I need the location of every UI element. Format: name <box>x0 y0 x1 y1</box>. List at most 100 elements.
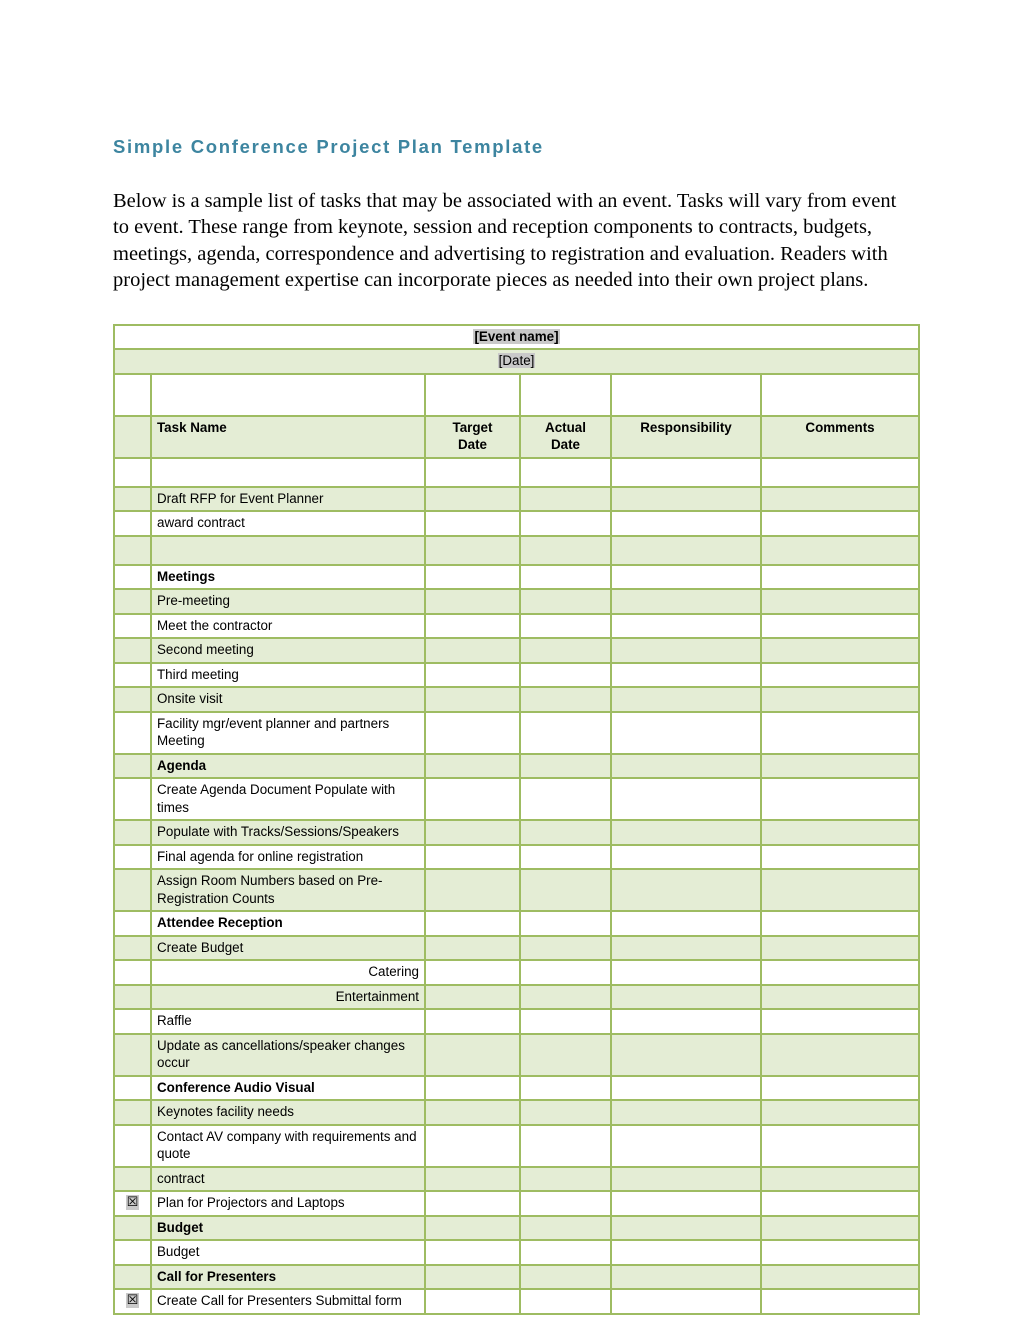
responsibility-cell[interactable] <box>610 588 762 615</box>
actual-date-cell[interactable] <box>519 1214 612 1242</box>
actual-date-cell[interactable] <box>519 959 612 986</box>
comments-cell[interactable] <box>759 1190 921 1217</box>
comments-cell[interactable] <box>759 868 921 913</box>
responsibility-cell[interactable] <box>610 563 762 591</box>
task-section-heading[interactable]: Budget <box>150 1214 426 1242</box>
task-section-heading[interactable]: Agenda <box>150 752 426 780</box>
task-name-cell[interactable]: Catering <box>150 959 426 986</box>
task-name-cell[interactable]: award contract <box>150 510 426 537</box>
actual-date-cell[interactable] <box>519 612 612 640</box>
row-checkbox-cell[interactable] <box>113 1165 152 1193</box>
row-checkbox-cell[interactable] <box>113 661 152 689</box>
task-name-cell[interactable]: Draft RFP for Event Planner <box>150 485 426 513</box>
actual-date-cell[interactable] <box>519 1032 612 1077</box>
comments-cell[interactable] <box>759 752 921 780</box>
responsibility-cell[interactable] <box>610 1008 762 1035</box>
task-name-cell[interactable]: Update as cancellations/speaker changes … <box>150 1032 426 1077</box>
responsibility-cell[interactable] <box>610 752 762 780</box>
actual-date-cell[interactable] <box>519 1190 612 1217</box>
comments-cell[interactable] <box>759 1123 921 1168</box>
task-name-cell[interactable]: Create Call for Presenters Submittal for… <box>150 1288 426 1315</box>
target-date-cell[interactable] <box>424 934 521 962</box>
actual-date-cell[interactable] <box>519 1008 612 1035</box>
actual-date-cell[interactable] <box>519 777 612 822</box>
actual-date-cell[interactable] <box>519 510 612 537</box>
target-date-cell[interactable] <box>424 777 521 822</box>
task-name-cell[interactable]: Create Budget <box>150 934 426 962</box>
target-date-cell[interactable] <box>424 563 521 591</box>
row-checkbox-cell[interactable] <box>113 868 152 913</box>
row-checkbox-cell[interactable] <box>113 588 152 615</box>
event-name-banner-cell[interactable]: [Event name] <box>112 323 921 351</box>
responsibility-cell[interactable] <box>610 910 762 937</box>
comments-cell[interactable] <box>759 485 921 513</box>
responsibility-cell[interactable] <box>610 1123 762 1168</box>
actual-date-cell[interactable] <box>519 843 612 871</box>
comments-cell[interactable] <box>759 819 921 846</box>
task-name-cell[interactable]: Create Agenda Document Populate with tim… <box>150 777 426 822</box>
checkbox-icon[interactable]: ☒ <box>120 1194 145 1212</box>
row-checkbox-cell[interactable] <box>113 1074 152 1102</box>
comments-cell[interactable] <box>759 934 921 962</box>
task-name-cell[interactable]: Facility mgr/event planner and partners … <box>150 710 426 755</box>
target-date-cell[interactable] <box>424 1288 521 1315</box>
row-checkbox-cell[interactable] <box>113 1123 152 1168</box>
target-date-cell[interactable] <box>424 686 521 713</box>
comments-cell[interactable] <box>759 1214 921 1242</box>
responsibility-cell[interactable] <box>610 777 762 822</box>
comments-cell[interactable] <box>759 612 921 640</box>
comments-cell[interactable] <box>759 1263 921 1291</box>
actual-date-cell[interactable] <box>519 1099 612 1126</box>
row-checkbox-cell[interactable] <box>113 934 152 962</box>
task-section-heading[interactable]: Conference Audio Visual <box>150 1074 426 1102</box>
comments-cell[interactable] <box>759 563 921 591</box>
actual-date-cell[interactable] <box>519 868 612 913</box>
target-date-cell[interactable] <box>424 1123 521 1168</box>
comments-cell[interactable] <box>759 1288 921 1315</box>
task-name-cell[interactable]: Budget <box>150 1239 426 1266</box>
target-date-cell[interactable] <box>424 1263 521 1291</box>
row-checkbox-cell[interactable] <box>113 612 152 640</box>
comments-cell[interactable] <box>759 661 921 689</box>
responsibility-cell[interactable] <box>610 1288 762 1315</box>
event-name-field[interactable]: [Event name] <box>473 328 560 344</box>
comments-cell[interactable] <box>759 1099 921 1126</box>
row-checkbox-cell-checked[interactable]: ☒ <box>113 1190 152 1217</box>
task-name-cell[interactable]: Contact AV company with requirements and… <box>150 1123 426 1168</box>
actual-date-cell[interactable] <box>519 588 612 615</box>
task-name-cell[interactable]: Plan for Projectors and Laptops <box>150 1190 426 1217</box>
comments-cell[interactable] <box>759 637 921 664</box>
responsibility-cell[interactable] <box>610 1099 762 1126</box>
responsibility-cell[interactable] <box>610 868 762 913</box>
target-date-cell[interactable] <box>424 752 521 780</box>
task-name-cell[interactable]: Onsite visit <box>150 686 426 713</box>
row-checkbox-cell[interactable] <box>113 1214 152 1242</box>
row-checkbox-cell[interactable] <box>113 983 152 1011</box>
actual-date-cell[interactable] <box>519 563 612 591</box>
comments-cell[interactable] <box>759 1239 921 1266</box>
target-date-cell[interactable] <box>424 661 521 689</box>
actual-date-cell[interactable] <box>519 1165 612 1193</box>
comments-cell[interactable] <box>759 1074 921 1102</box>
target-date-cell[interactable] <box>424 637 521 664</box>
date-field[interactable]: [Date] <box>497 353 536 369</box>
actual-date-cell[interactable] <box>519 819 612 846</box>
responsibility-cell[interactable] <box>610 637 762 664</box>
row-checkbox-cell[interactable] <box>113 1032 152 1077</box>
target-date-cell[interactable] <box>424 1190 521 1217</box>
date-banner-cell[interactable]: [Date] <box>112 348 921 375</box>
comments-cell[interactable] <box>759 843 921 871</box>
responsibility-cell[interactable] <box>610 510 762 537</box>
actual-date-cell[interactable] <box>519 983 612 1011</box>
responsibility-cell[interactable] <box>610 1165 762 1193</box>
responsibility-cell[interactable] <box>610 819 762 846</box>
actual-date-cell[interactable] <box>519 752 612 780</box>
target-date-cell[interactable] <box>424 1165 521 1193</box>
target-date-cell[interactable] <box>424 710 521 755</box>
row-checkbox-cell[interactable] <box>113 910 152 937</box>
responsibility-cell[interactable] <box>610 710 762 755</box>
comments-cell[interactable] <box>759 1165 921 1193</box>
comments-cell[interactable] <box>759 910 921 937</box>
responsibility-cell[interactable] <box>610 661 762 689</box>
row-checkbox-cell[interactable] <box>113 563 152 591</box>
